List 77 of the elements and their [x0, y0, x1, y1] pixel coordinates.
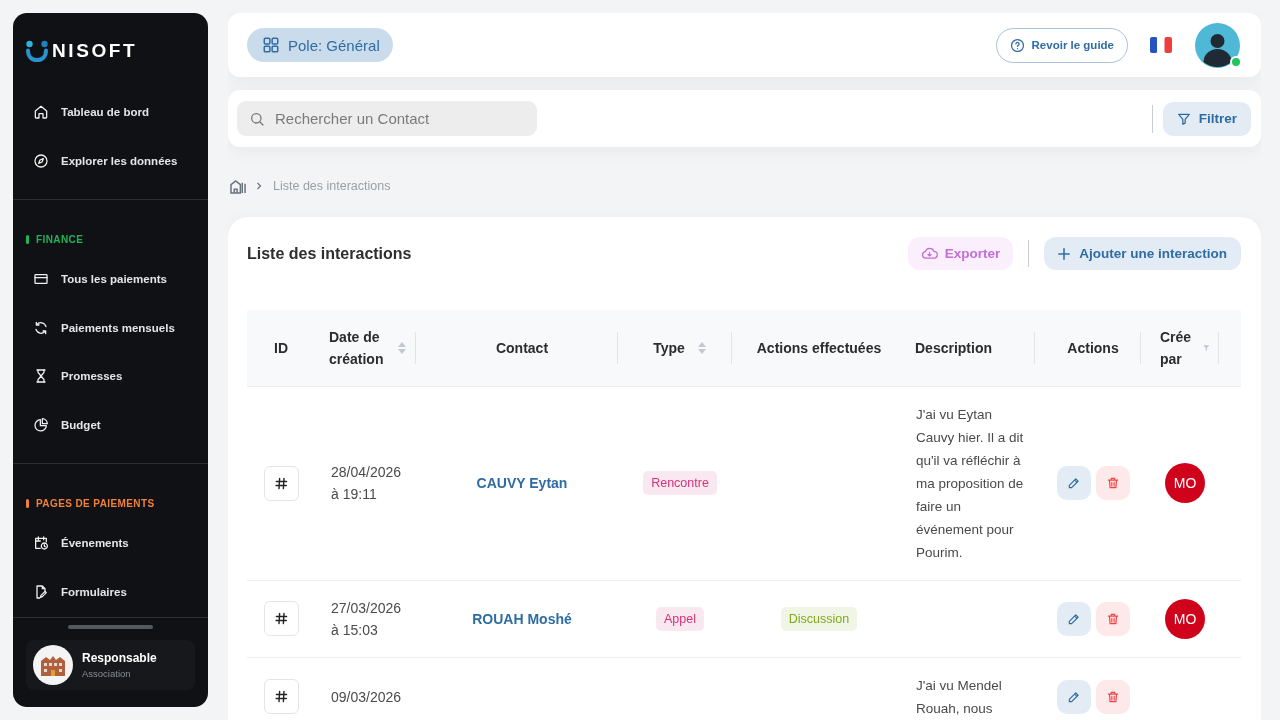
- pencil-icon: [1066, 689, 1081, 704]
- type-badge: Appel: [656, 606, 704, 631]
- description-text: J'ai vu Mendel Rouah, nous: [916, 677, 1002, 716]
- edit-button[interactable]: [1056, 601, 1091, 636]
- nav-item[interactable]: Promesses: [21, 352, 200, 401]
- column-header[interactable]: Crée par: [1146, 310, 1224, 386]
- help-icon: [1009, 37, 1025, 53]
- hash-icon: [274, 690, 288, 703]
- description-text: J'ai vu Eytan Cauvy hier. Il a dit qu'il va réfléchir à ma proposition de faire un événement pour Pourim.: [916, 406, 1024, 560]
- user-card[interactable]: Responsable Association: [26, 640, 195, 690]
- id-button[interactable]: [263, 465, 299, 501]
- creator-avatar: MO: [1165, 463, 1205, 503]
- contact-link[interactable]: ROUAH Moshé: [472, 610, 572, 627]
- flag-icon[interactable]: [1150, 37, 1172, 53]
- nav-item[interactable]: Évenements: [21, 519, 200, 568]
- grid-icon: [262, 36, 280, 54]
- user-name: Responsable: [82, 651, 157, 665]
- document-pen-icon: [33, 583, 49, 600]
- hash-icon: [274, 612, 288, 625]
- nav-item[interactable]: Formulaires: [21, 567, 200, 616]
- date-text: 09/03/2026: [331, 688, 402, 705]
- nav-item[interactable]: Explorer les données: [21, 136, 200, 185]
- compass-icon: [33, 152, 49, 169]
- guide-button[interactable]: Revoir le guide: [995, 27, 1128, 63]
- logo-icon: [25, 39, 49, 62]
- column-header: Actions effectuées: [737, 310, 901, 386]
- column-header: Actions: [1040, 310, 1146, 386]
- contact-link[interactable]: CAUVY Eytan: [476, 475, 568, 491]
- pencil-icon: [1066, 476, 1081, 490]
- trash-icon: [1105, 689, 1120, 704]
- delete-button[interactable]: [1095, 466, 1130, 500]
- column-header: ID: [247, 310, 315, 386]
- pencil-icon: [1066, 611, 1081, 626]
- pole-selector[interactable]: Pole: Général: [247, 28, 393, 62]
- home-icon[interactable]: [230, 178, 247, 194]
- column-header[interactable]: Type: [623, 310, 737, 386]
- home-icon: [33, 104, 49, 121]
- user-avatar[interactable]: [1195, 22, 1240, 68]
- nav-item[interactable]: Budget: [21, 400, 200, 449]
- search-field[interactable]: Rechercher un Contact: [237, 101, 537, 136]
- creator-avatar: MO: [1165, 598, 1205, 639]
- column-header: Description: [901, 310, 1040, 386]
- logo-text: NISOFT: [52, 39, 138, 62]
- calendar-clock-icon: [33, 535, 49, 552]
- edit-button[interactable]: [1056, 466, 1091, 500]
- search-icon: [249, 110, 265, 127]
- refresh-icon: [33, 319, 49, 336]
- pie-chart-icon: [33, 416, 49, 433]
- trash-icon: [1105, 611, 1120, 626]
- delete-button[interactable]: [1095, 679, 1130, 714]
- user-role: Association: [82, 668, 132, 679]
- action-badge: Discussion: [780, 606, 858, 631]
- plus-icon: [1058, 247, 1071, 260]
- id-button[interactable]: [263, 679, 299, 714]
- delete-button[interactable]: [1095, 601, 1130, 636]
- nav-item[interactable]: Tous les paiements: [21, 255, 200, 304]
- card-title: Liste des interactions: [247, 244, 412, 263]
- column-header[interactable]: Date de création: [315, 310, 421, 386]
- type-badge: Rencontre: [643, 471, 717, 495]
- date-text: 28/04/2026 à 19:11: [331, 464, 402, 502]
- hash-icon: [274, 476, 288, 490]
- building-avatar-icon: [33, 645, 73, 685]
- date-text: 27/03/2026 à 15:03: [331, 599, 402, 638]
- edit-button[interactable]: [1056, 679, 1091, 714]
- trash-icon: [1105, 476, 1120, 490]
- nav-item[interactable]: Tableau de bord: [21, 88, 200, 137]
- chevron-right-icon: [256, 182, 262, 190]
- cloud-download-icon: [920, 245, 938, 262]
- nav-item[interactable]: Paiements mensuels: [21, 303, 200, 352]
- filter-button[interactable]: Filtrer: [1163, 101, 1251, 136]
- section-title: PAGES DE PAIEMENTS: [36, 497, 155, 509]
- filter-icon: [1176, 111, 1191, 126]
- column-header: Contact: [421, 310, 623, 386]
- section-title: FINANCE: [36, 233, 84, 245]
- add-interaction-button[interactable]: Ajouter une interaction: [1044, 237, 1241, 270]
- breadcrumb-current: Liste des interactions: [273, 179, 391, 193]
- id-button[interactable]: [263, 601, 299, 636]
